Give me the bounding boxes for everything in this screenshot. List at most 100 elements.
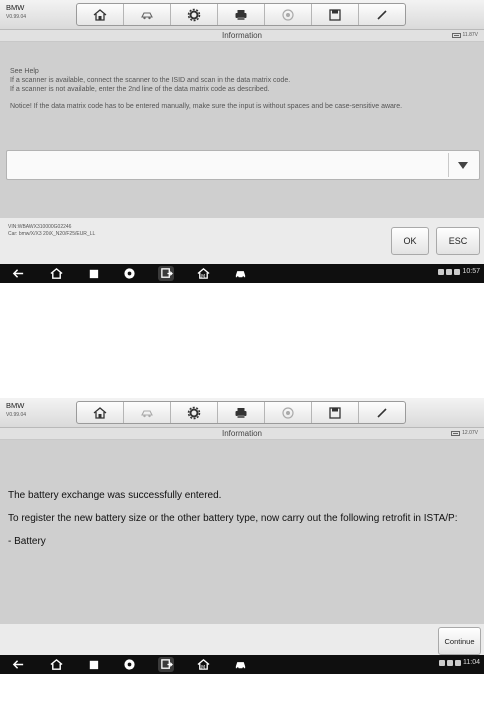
- voltage-value: 12.07V: [462, 430, 478, 436]
- edit-pen-icon: [377, 9, 387, 20]
- app-title: BMW: [6, 401, 25, 410]
- nav-browser[interactable]: [121, 657, 137, 672]
- print-button[interactable]: [218, 402, 265, 423]
- wifi-icon: [447, 659, 453, 666]
- home-icon: [49, 267, 63, 279]
- footer: VIN:WBAWX310000G02246 Car: bmw/X/X3 20iX…: [0, 217, 484, 264]
- autel-home-icon: M: [197, 659, 209, 671]
- battery-voltage: 11.87V: [451, 30, 478, 41]
- message-line: The battery exchange was successfully en…: [8, 490, 222, 501]
- screen-switch-icon: [160, 268, 173, 278]
- vehicle-swap-icon: [141, 409, 153, 417]
- vehicle-swap-button[interactable]: [124, 402, 171, 423]
- home-icon: [93, 406, 107, 419]
- android-nav-bar: M 10:57: [0, 264, 484, 283]
- message-line: - Battery: [8, 536, 46, 547]
- vin-text: VIN:WBAWX310000G02246: [8, 224, 72, 230]
- help-notice: Notice! If the data matrix code has to b…: [10, 103, 403, 110]
- car-text: Car: bmw/X/X3 20iX_N20/F25/EUR_LL: [8, 231, 96, 237]
- top-bar: BMW V0.99.04: [0, 0, 484, 30]
- notification-icon: [439, 659, 445, 666]
- save-button[interactable]: [312, 4, 359, 25]
- data-matrix-dropdown[interactable]: [6, 150, 480, 180]
- vehicle-swap-icon: [141, 11, 153, 19]
- app-title: BMW: [6, 3, 25, 12]
- save-icon: [329, 406, 341, 419]
- info-title: Information: [221, 429, 263, 438]
- status-area: 11:04: [439, 659, 480, 666]
- message-line: To register the new battery size or the …: [8, 513, 458, 524]
- help-text: See Help If a scanner is available, conn…: [10, 67, 470, 111]
- settings-gear-icon: [187, 406, 201, 419]
- nav-browser[interactable]: [121, 266, 137, 281]
- info-bar: Information 12.07V: [0, 428, 484, 440]
- autel-home-icon: M: [197, 268, 209, 280]
- battery-status-icon: [455, 659, 461, 666]
- help-button[interactable]: [265, 4, 312, 25]
- help-line: If a scanner is available, connect the s…: [10, 77, 291, 84]
- toolbar: [76, 3, 406, 26]
- edit-button[interactable]: [359, 402, 405, 423]
- toolbar: [76, 401, 406, 424]
- browser-icon: [123, 268, 135, 279]
- svg-text:M: M: [201, 274, 205, 280]
- vehicle-info: VIN:WBAWX310000G02246 Car: bmw/X/X3 20iX…: [8, 224, 95, 238]
- vehicle-icon: [235, 662, 245, 670]
- nav-back[interactable]: [10, 657, 26, 672]
- nav-vehicle[interactable]: [232, 266, 248, 281]
- nav-autel-home[interactable]: M: [195, 266, 211, 281]
- ok-button[interactable]: OK: [391, 227, 429, 255]
- home-button[interactable]: [77, 402, 124, 423]
- browser-icon: [123, 659, 135, 670]
- help-button[interactable]: [265, 402, 312, 423]
- continue-button[interactable]: Continue: [438, 627, 481, 655]
- save-button[interactable]: [312, 402, 359, 423]
- clock: 11:04: [463, 659, 480, 666]
- home-button[interactable]: [77, 4, 124, 25]
- home-icon: [49, 658, 63, 670]
- print-icon: [235, 9, 247, 20]
- save-icon: [329, 8, 341, 21]
- nav-home[interactable]: [48, 657, 64, 672]
- print-button[interactable]: [218, 4, 265, 25]
- clock: 10:57: [462, 268, 480, 275]
- recent-apps-icon: [89, 269, 98, 279]
- screen-information-scan: BMW V0.99.04 Information 11.87V See Help…: [0, 0, 484, 284]
- edit-pen-icon: [377, 407, 387, 418]
- nav-back[interactable]: [10, 266, 26, 281]
- recent-apps-icon: [89, 660, 98, 670]
- app-version: V0.99.04: [6, 412, 27, 418]
- settings-button[interactable]: [171, 4, 218, 25]
- print-icon: [235, 407, 247, 418]
- info-bar: Information 11.87V: [0, 30, 484, 42]
- nav-autel-home[interactable]: M: [195, 657, 211, 672]
- help-icon: [282, 8, 294, 21]
- nav-screen-switch[interactable]: [158, 266, 174, 281]
- vehicle-swap-button[interactable]: [124, 4, 171, 25]
- edit-button[interactable]: [359, 4, 405, 25]
- back-icon: [12, 269, 23, 278]
- nav-home[interactable]: [48, 266, 64, 281]
- content-area: See Help If a scanner is available, conn…: [0, 42, 484, 217]
- nav-recent[interactable]: [85, 657, 101, 672]
- battery-icon: [451, 33, 461, 38]
- android-nav-bar: M 11:04: [0, 655, 484, 674]
- chevron-down-icon: [457, 161, 468, 169]
- content-area: The battery exchange was successfully en…: [0, 440, 484, 623]
- notification-icon: [438, 268, 445, 275]
- nav-recent[interactable]: [85, 266, 101, 281]
- esc-button[interactable]: ESC: [436, 227, 480, 255]
- voltage-value: 11.87V: [462, 32, 478, 38]
- vehicle-icon: [235, 271, 245, 279]
- nav-screen-switch[interactable]: [158, 657, 174, 672]
- status-area: 10:57: [438, 268, 480, 275]
- screen-switch-icon: [160, 659, 173, 669]
- help-icon: [282, 406, 294, 419]
- settings-button[interactable]: [171, 402, 218, 423]
- svg-text:M: M: [201, 665, 205, 671]
- dropdown-toggle[interactable]: [448, 153, 476, 177]
- battery-voltage: 12.07V: [451, 428, 478, 439]
- back-icon: [12, 660, 23, 669]
- nav-vehicle[interactable]: [232, 657, 248, 672]
